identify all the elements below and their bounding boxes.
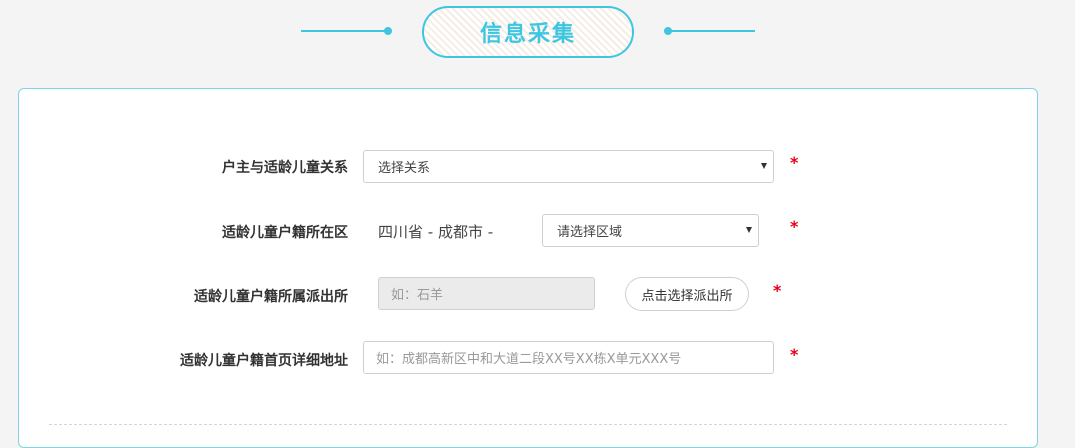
header-left-line xyxy=(301,30,385,32)
police-station-input[interactable]: 如：石羊 xyxy=(378,277,595,310)
police-station-placeholder: 如：石羊 xyxy=(391,288,444,303)
section-header: 信息采集 xyxy=(0,0,1075,70)
address-label: 适龄儿童户籍首页详细地址 xyxy=(180,353,348,369)
select-police-station-button[interactable]: 点击选择派出所 xyxy=(625,277,749,311)
relationship-select[interactable]: 选择关系 xyxy=(363,150,774,183)
district-select-value: 请选择区域 xyxy=(557,225,623,240)
section-title-badge: 信息采集 xyxy=(422,6,634,58)
relationship-select-value: 选择关系 xyxy=(378,161,431,176)
address-placeholder: 如：成都高新区中和大道二段XX号XX栋X单元XXX号 xyxy=(376,352,682,367)
divider xyxy=(49,424,1007,425)
district-prefix-text: 四川省 - 成都市 - xyxy=(378,223,494,241)
required-marker: * xyxy=(790,217,799,236)
police-station-label: 适龄儿童户籍所属派出所 xyxy=(194,289,348,305)
relationship-label: 户主与适龄儿童关系 xyxy=(222,160,348,176)
select-police-station-button-label: 点击选择派出所 xyxy=(641,288,733,304)
district-label: 适龄儿童户籍所在区 xyxy=(222,225,348,241)
required-marker: * xyxy=(790,153,799,172)
required-marker: * xyxy=(790,345,799,364)
chevron-down-icon xyxy=(746,227,752,233)
header-left-dot xyxy=(384,27,392,35)
header-right-line xyxy=(670,30,755,32)
address-input[interactable]: 如：成都高新区中和大道二段XX号XX栋X单元XXX号 xyxy=(363,341,774,374)
required-marker: * xyxy=(773,281,782,300)
district-select[interactable]: 请选择区域 xyxy=(542,214,759,247)
form-panel xyxy=(18,88,1038,448)
chevron-down-icon xyxy=(761,163,767,169)
section-title: 信息采集 xyxy=(479,22,576,47)
